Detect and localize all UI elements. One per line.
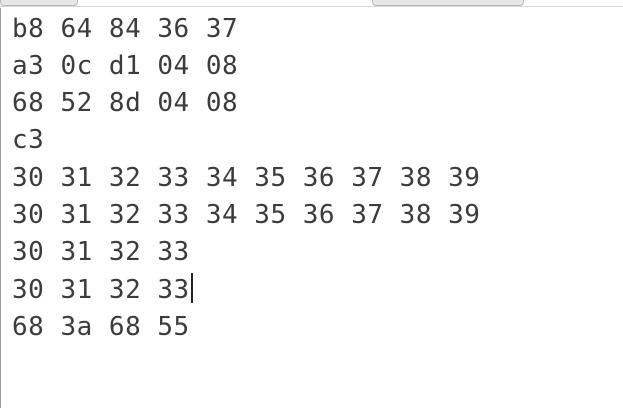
text-line-content: 30 31 32 33 — [12, 237, 190, 267]
text-editor-window: b8 64 84 36 37 a3 0c d1 04 08 68 52 8d 0… — [0, 0, 623, 408]
text-line: 30 31 32 33 34 35 36 37 38 39 — [12, 197, 480, 234]
tab-strip — [0, 0, 623, 8]
text-line: 68 3a 68 55 — [12, 309, 190, 346]
text-cursor — [190, 273, 193, 303]
text-line: b8 64 84 36 37 — [12, 11, 238, 48]
text-line: a3 0c d1 04 08 — [12, 48, 238, 85]
text-line-content: 68 3a 68 55 — [12, 312, 190, 342]
text-line: 30 31 32 33 — [12, 272, 193, 309]
text-line: 30 31 32 33 34 35 36 37 38 39 — [12, 160, 480, 197]
text-line-content: 68 52 8d 04 08 — [12, 88, 239, 118]
text-line: 30 31 32 33 — [12, 234, 190, 271]
text-line-content: b8 64 84 36 37 — [12, 14, 239, 44]
text-line: c3 — [12, 122, 44, 159]
text-line-content: a3 0c d1 04 08 — [12, 51, 239, 81]
text-line-content: 30 31 32 33 34 35 36 37 38 39 — [12, 200, 481, 230]
tab-strip-divider — [0, 6, 623, 7]
text-line-content: 30 31 32 33 — [12, 275, 190, 305]
text-line-content: 30 31 32 33 34 35 36 37 38 39 — [12, 163, 481, 193]
text-editing-area[interactable]: b8 64 84 36 37 a3 0c d1 04 08 68 52 8d 0… — [0, 8, 623, 408]
text-line: 68 52 8d 04 08 — [12, 85, 238, 122]
text-line-content: c3 — [12, 125, 45, 155]
